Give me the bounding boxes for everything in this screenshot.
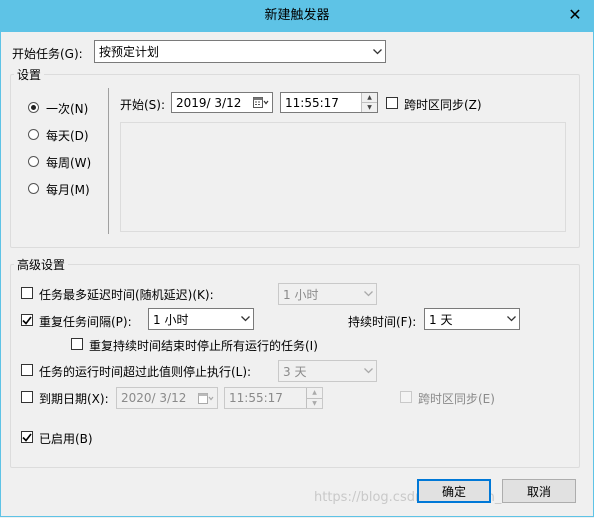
delay-select[interactable]: 1 小时 <box>278 283 377 305</box>
close-icon: ✕ <box>568 4 582 24</box>
start-label: 开始(S): <box>120 98 166 112</box>
cancel-button-label: 取消 <box>526 484 551 499</box>
radio-monthly[interactable]: 每月(M) <box>28 181 118 197</box>
stop-all-box <box>71 338 83 350</box>
repeat-label: 重复任务间隔(P): <box>39 315 132 329</box>
start-time-spinner[interactable]: ▲ ▼ <box>361 93 377 112</box>
start-date-value: 2019/ 3/12 <box>176 95 242 110</box>
duration-label: 持续时间(F): <box>348 315 417 329</box>
start-time-value: 11:55:17 <box>285 95 339 110</box>
spin-down-icon[interactable]: ▼ <box>362 102 377 112</box>
enabled-box <box>21 431 33 443</box>
expire-time-value: 11:55:17 <box>229 391 283 405</box>
delay-checkbox[interactable]: 任务最多延迟时间(随机延迟)(K): <box>21 286 261 302</box>
radio-once[interactable]: 一次(N) <box>28 100 118 116</box>
calendar-icon[interactable] <box>252 95 270 110</box>
radio-daily[interactable]: 每天(D) <box>28 127 118 143</box>
cancel-button[interactable]: 取消 <box>502 479 576 503</box>
stop-all-checkbox[interactable]: 重复持续时间结束时停止所有运行的任务(I) <box>71 337 351 353</box>
expire-box <box>21 391 33 403</box>
stop-all-label: 重复持续时间结束时停止所有运行的任务(I) <box>89 339 318 353</box>
stop-longer-box <box>21 364 33 376</box>
expire-sync-box <box>400 391 412 403</box>
stop-longer-value: 3 天 <box>283 364 307 379</box>
radio-daily-label: 每天(D) <box>46 129 89 143</box>
delay-box <box>21 287 33 299</box>
spin-up-icon[interactable]: ▲ <box>307 388 322 398</box>
settings-divider <box>108 88 109 234</box>
checkmark-icon <box>22 433 32 442</box>
expire-sync-checkbox[interactable]: 跨时区同步(E) <box>400 390 510 406</box>
sync-timezone-label: 跨时区同步(Z) <box>404 98 482 112</box>
calendar-icon[interactable] <box>197 391 215 406</box>
start-task-value: 按预定计划 <box>99 45 160 59</box>
window-title: 新建触发器 <box>264 8 330 23</box>
expire-time-spinner[interactable]: ▲ ▼ <box>306 388 322 408</box>
expire-time-input[interactable]: 11:55:17 ▲ ▼ <box>224 387 323 409</box>
enabled-label: 已启用(B) <box>39 432 93 446</box>
chevron-down-icon <box>503 316 519 322</box>
sync-timezone-box <box>386 97 398 109</box>
stop-longer-label: 任务的运行时间超过此值则停止执行(L): <box>39 365 252 379</box>
radio-monthly-label: 每月(M) <box>46 183 90 197</box>
close-button[interactable]: ✕ <box>556 0 594 28</box>
radio-once-label: 一次(N) <box>46 102 89 116</box>
checkmark-icon <box>22 316 32 325</box>
radio-monthly-indicator <box>28 183 39 194</box>
start-date-picker[interactable]: 2019/ 3/12 <box>171 92 273 113</box>
stop-longer-checkbox[interactable]: 任务的运行时间超过此值则停止执行(L): <box>21 363 281 379</box>
repeat-box <box>21 314 33 326</box>
advanced-legend: 高级设置 <box>14 256 69 273</box>
ok-button-label: 确定 <box>441 484 466 499</box>
repeat-interval-value: 1 小时 <box>153 312 189 327</box>
enabled-checkbox[interactable]: 已启用(B) <box>21 430 121 446</box>
ok-button[interactable]: 确定 <box>417 479 491 503</box>
start-task-label: 开始任务(G): <box>12 47 83 61</box>
spin-up-icon[interactable]: ▲ <box>362 93 377 102</box>
expire-label: 到期日期(X): <box>39 392 109 406</box>
chevron-down-icon <box>369 48 385 55</box>
duration-value: 1 天 <box>429 312 453 327</box>
expire-date-picker[interactable]: 2020/ 3/12 <box>116 387 218 409</box>
recurrence-panel <box>120 122 566 232</box>
radio-weekly[interactable]: 每周(W) <box>28 154 118 170</box>
sync-timezone-checkbox[interactable]: 跨时区同步(Z) <box>386 96 516 112</box>
expire-checkbox[interactable]: 到期日期(X): <box>21 390 121 406</box>
chevron-down-icon <box>237 316 253 322</box>
expire-date-value: 2020/ 3/12 <box>121 391 187 405</box>
repeat-interval-select[interactable]: 1 小时 <box>148 308 254 330</box>
repeat-checkbox[interactable]: 重复任务间隔(P): <box>21 313 151 329</box>
stop-longer-select[interactable]: 3 天 <box>278 360 377 382</box>
delay-label: 任务最多延迟时间(随机延迟)(K): <box>39 288 214 302</box>
radio-once-indicator <box>28 102 39 113</box>
start-time-input[interactable]: 11:55:17 ▲ ▼ <box>280 92 378 113</box>
radio-weekly-indicator <box>28 156 39 167</box>
spin-down-icon[interactable]: ▼ <box>307 397 322 409</box>
expire-sync-label: 跨时区同步(E) <box>418 392 495 406</box>
chevron-down-icon <box>360 291 376 297</box>
chevron-down-icon <box>360 368 376 374</box>
radio-daily-indicator <box>28 129 39 140</box>
duration-select[interactable]: 1 天 <box>424 308 520 330</box>
start-task-select[interactable]: 按预定计划 <box>94 40 386 63</box>
delay-value: 1 小时 <box>283 287 319 302</box>
radio-weekly-label: 每周(W) <box>46 156 92 170</box>
settings-legend: 设置 <box>14 66 45 83</box>
